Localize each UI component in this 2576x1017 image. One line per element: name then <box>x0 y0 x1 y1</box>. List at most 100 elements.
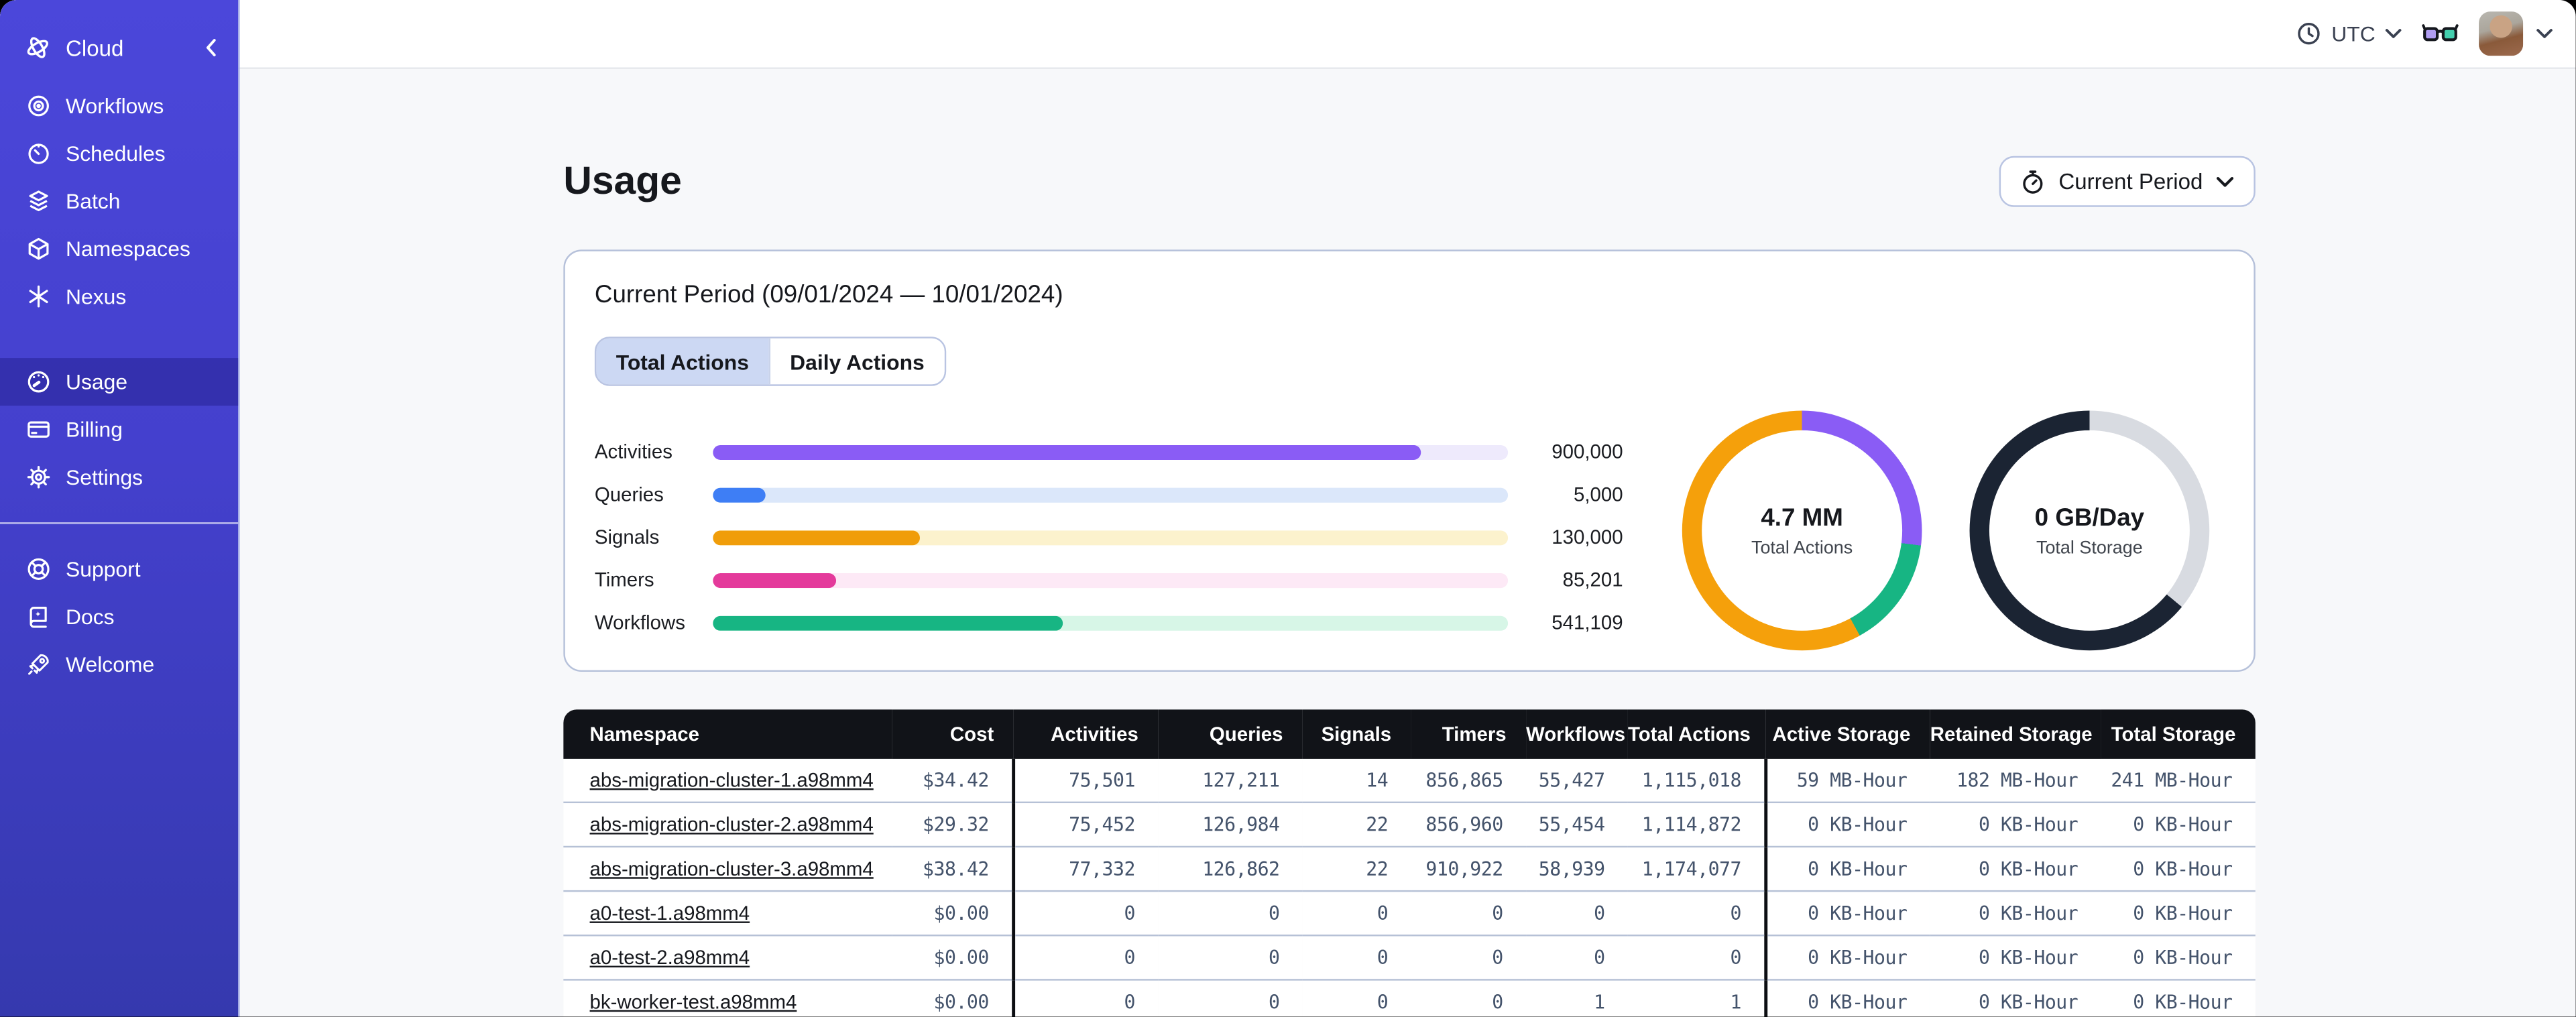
workflows-icon <box>25 94 51 119</box>
cell-signals: 22 <box>1302 801 1411 847</box>
cell-activities: 77,332 <box>1013 845 1159 892</box>
bar-fill <box>713 487 766 502</box>
bar-row-queries: Queries 5,000 <box>595 473 1623 516</box>
period-dropdown-label: Current Period <box>2058 169 2203 194</box>
cell-retained-storage: 182 MB-Hour <box>1930 758 2101 802</box>
bar-value: 5,000 <box>1574 483 1623 506</box>
sidebar-item-workflows[interactable]: Workflows <box>0 82 238 130</box>
cell-timers: 0 <box>1411 890 1527 936</box>
glasses-icon <box>2421 21 2459 47</box>
stopwatch-icon <box>2021 168 2046 194</box>
sidebar-item-usage[interactable]: Usage <box>0 358 239 406</box>
cell-workflows: 55,454 <box>1526 801 1628 847</box>
cell-timers: 856,865 <box>1411 758 1527 802</box>
bar-row-activities: Activities 900,000 <box>595 430 1623 473</box>
sidebar-item-label: Namespaces <box>66 236 190 261</box>
bar-track <box>713 487 1509 502</box>
cell-activities: 0 <box>1013 935 1159 980</box>
cell-timers: 0 <box>1411 935 1527 980</box>
sidebar-collapse-button[interactable] <box>204 38 219 57</box>
feedback-glasses-button[interactable] <box>2421 21 2459 47</box>
cell-active-storage: 0 KB-Hour <box>1765 890 1930 936</box>
cell-timers: 0 <box>1411 979 1527 1017</box>
sidebar-item-label: Batch <box>66 188 121 214</box>
sidebar-item-batch[interactable]: Batch <box>0 178 238 225</box>
donut-center: 4.7 MM Total Actions <box>1702 430 1903 631</box>
bar-row-signals: Signals 130,000 <box>595 516 1623 558</box>
cell-total-actions: 0 <box>1627 935 1768 980</box>
account-menu-button[interactable] <box>2479 11 2553 56</box>
sidebar-item-namespaces[interactable]: Namespaces <box>0 225 238 273</box>
period-dropdown-button[interactable]: Current Period <box>1999 156 2256 207</box>
sidebar-nav-account: Usage Billing Settings <box>0 358 239 501</box>
namespace-link[interactable]: abs-migration-cluster-2.a98mm4 <box>590 813 874 836</box>
column-header-timers: Timers <box>1411 709 1527 759</box>
sidebar-item-welcome[interactable]: Welcome <box>0 641 238 689</box>
cell-cost: $34.42 <box>892 758 1016 802</box>
sidebar-nav-help: Support Docs Welcome <box>0 545 238 688</box>
namespace-usage-table: Namespace Cost Activities Queries Signal… <box>563 709 2256 1017</box>
sidebar-item-label: Settings <box>66 465 143 490</box>
timezone-selector[interactable]: UTC <box>2297 21 2402 46</box>
cell-active-storage: 0 KB-Hour <box>1765 801 1930 847</box>
bar-fill <box>713 615 1063 630</box>
bar-fill <box>713 572 837 587</box>
donut-subtitle: Total Actions <box>1751 538 1853 558</box>
cell-active-storage: 0 KB-Hour <box>1765 845 1930 892</box>
bar-row-workflows: Workflows 541,109 <box>595 601 1623 644</box>
billing-card-icon <box>25 417 51 442</box>
sidebar-item-docs[interactable]: Docs <box>0 593 238 640</box>
clock-icon <box>2297 21 2322 46</box>
cell-queries: 0 <box>1158 979 1303 1017</box>
namespace-link[interactable]: abs-migration-cluster-1.a98mm4 <box>590 769 874 792</box>
cell-signals: 14 <box>1302 758 1411 802</box>
donut-subtitle: Total Storage <box>2036 538 2143 558</box>
tab-total-actions[interactable]: Total Actions <box>596 338 769 385</box>
temporal-logo-icon <box>25 34 51 60</box>
sidebar-brand[interactable]: Cloud <box>0 23 238 72</box>
table-row: a0-test-2.a98mm4 $0.00 0 0 0 0 0 0 0 KB-… <box>563 935 2256 980</box>
cell-total-actions: 1,115,018 <box>1627 758 1768 802</box>
namespace-link[interactable]: abs-migration-cluster-3.a98mm4 <box>590 857 874 880</box>
cell-total-storage: 241 MB-Hour <box>2101 758 2256 802</box>
cell-active-storage: 0 KB-Hour <box>1765 979 1930 1017</box>
sidebar-item-settings[interactable]: Settings <box>0 453 238 501</box>
page-header: Usage Current Period <box>563 156 2256 207</box>
cell-retained-storage: 0 KB-Hour <box>1930 890 2101 936</box>
sidebar-item-billing[interactable]: Billing <box>0 406 238 453</box>
sidebar-item-label: Support <box>66 556 141 582</box>
cell-signals: 0 <box>1302 890 1411 936</box>
column-header-queries: Queries <box>1158 709 1303 759</box>
namespace-link[interactable]: a0-test-2.a98mm4 <box>590 946 750 969</box>
bar-track <box>713 444 1509 459</box>
column-header-retained-storage: Retained Storage <box>1930 709 2101 759</box>
namespace-link[interactable]: bk-worker-test.a98mm4 <box>590 990 797 1013</box>
cell-activities: 0 <box>1013 979 1159 1017</box>
current-period-card: Current Period (09/01/2024 — 10/01/2024)… <box>563 249 2256 672</box>
sidebar-item-label: Schedules <box>66 141 166 166</box>
donut-value: 0 GB/Day <box>2034 503 2145 532</box>
support-lifebuoy-icon <box>25 557 51 582</box>
sidebar-item-schedules[interactable]: Schedules <box>0 130 238 178</box>
bar-value: 541,109 <box>1552 611 1623 634</box>
sidebar-divider <box>0 522 239 524</box>
namespace-link[interactable]: a0-test-1.a98mm4 <box>590 902 750 924</box>
bar-label: Timers <box>594 568 654 591</box>
column-header-activities: Activities <box>1013 709 1159 759</box>
cell-total-storage: 0 KB-Hour <box>2101 801 2256 847</box>
welcome-rocket-icon <box>25 652 51 677</box>
tab-daily-actions[interactable]: Daily Actions <box>768 338 945 385</box>
table-row: abs-migration-cluster-1.a98mm4 $34.42 75… <box>563 758 2256 802</box>
cell-active-storage: 59 MB-Hour <box>1765 758 1930 802</box>
bar-fill <box>713 530 920 545</box>
bar-label: Queries <box>594 483 664 506</box>
sidebar-item-nexus[interactable]: Nexus <box>0 273 238 320</box>
cell-cost: $0.00 <box>892 890 1016 936</box>
bar-track <box>713 530 1509 545</box>
cell-workflows: 55,427 <box>1526 758 1628 802</box>
bar-track <box>713 572 1509 587</box>
total-actions-donut: 4.7 MM Total Actions <box>1682 410 1922 651</box>
sidebar-item-label: Welcome <box>66 652 155 677</box>
sidebar-item-support[interactable]: Support <box>0 545 238 593</box>
chevron-down-icon <box>2536 28 2553 40</box>
